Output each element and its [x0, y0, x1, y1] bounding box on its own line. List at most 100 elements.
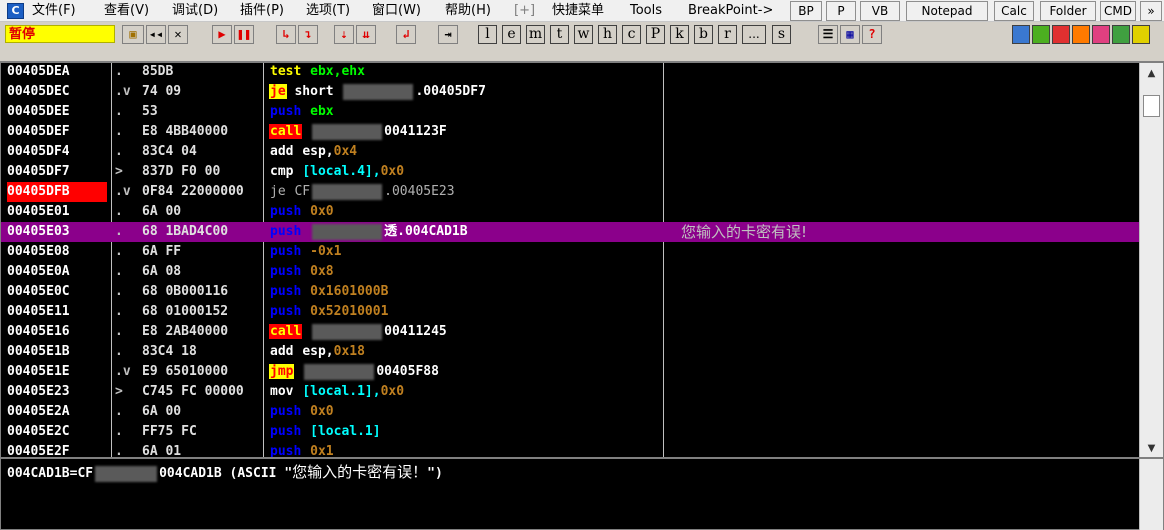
patches-window-button[interactable]: P [646, 25, 665, 44]
memory-window-button[interactable]: m [526, 25, 545, 44]
disasm-row[interactable]: 00405E2F. 6A 01 push 0x1 [1, 442, 1139, 457]
menu-debug[interactable]: 调试(D) [172, 2, 218, 20]
disasm-row[interactable]: 00405DFB .v 0F84 22000000 je CF .00405E23 [1, 182, 1139, 202]
threads-window-button[interactable]: t [550, 25, 569, 44]
modules-window-button[interactable]: e [502, 25, 521, 44]
menu-tools[interactable]: Tools [630, 2, 662, 20]
run-icon[interactable]: ▶ [212, 25, 232, 44]
row-address: 00405E2C [7, 424, 70, 439]
menu-help[interactable]: 帮助(H) [445, 2, 491, 20]
disasm-row[interactable]: 00405E1E .v E9 65010000 jmp 00405F88 [1, 362, 1139, 382]
overflow-button[interactable]: » [1140, 1, 1162, 21]
disasm-row[interactable]: 00405E03. 68 1BAD4C00 push 透.004CAD1B 您输入的卡… [1, 222, 1139, 242]
info-scrollbar[interactable] [1139, 459, 1163, 530]
row-args-target: 透.004CAD1B [384, 224, 468, 239]
plugin-circle-icon[interactable] [1072, 25, 1090, 44]
run-trace-window-button[interactable]: ... [742, 25, 766, 44]
goto-icon[interactable]: ⇥ [438, 25, 458, 44]
disasm-row[interactable]: 00405E01. 6A 00 push 0x0 [1, 202, 1139, 222]
row-instruction: push 透.004CAD1B [269, 222, 659, 242]
row-marker: . [115, 104, 123, 119]
help-icon[interactable]: ? [862, 25, 882, 44]
cpu-window-button[interactable]: c [622, 25, 641, 44]
plugin-a-icon[interactable] [1052, 25, 1070, 44]
menu-shortcut[interactable]: 快捷菜单 [552, 2, 604, 20]
disasm-row[interactable]: 00405E08. 6A FF push -0x1 [1, 242, 1139, 262]
open-icon[interactable]: ▣ [122, 25, 144, 44]
row-instruction: add esp,0x4 [269, 142, 659, 162]
disasm-row[interactable]: 00405E0C. 68 0B000116 push 0x1601000B [1, 282, 1139, 302]
calc-button[interactable]: Calc [994, 1, 1034, 21]
row-instruction: push ebx [269, 102, 659, 122]
breakpoints-window-button[interactable]: b [694, 25, 713, 44]
refresh-icon[interactable] [1012, 25, 1030, 44]
disasm-row[interactable]: 00405E11. 68 01000152 push 0x52010001 [1, 302, 1139, 322]
row-opcode: add [270, 344, 294, 359]
p-button[interactable]: P [826, 1, 856, 21]
disasm-row[interactable]: 00405DEF. E8 4BB40000 call 0041123F [1, 122, 1139, 142]
list-icon[interactable]: ☰ [818, 25, 838, 44]
disasm-row[interactable]: 00405E0A. 6A 08 push 0x8 [1, 262, 1139, 282]
disasm-row[interactable]: 00405DEA. 85DB test ebx,ehx [1, 63, 1139, 82]
scroll-down-icon[interactable]: ▼ [1143, 440, 1160, 457]
grid-icon[interactable]: ▦ [840, 25, 860, 44]
row-opcode: push [270, 264, 302, 279]
row-address: 00405E16 [7, 324, 70, 339]
disasm-row[interactable]: 00405E16. E8 2AB40000 call 00411245 [1, 322, 1139, 342]
row-hex: 53 [142, 104, 158, 119]
row-hex: E8 2AB40000 [142, 324, 229, 339]
windows-window-button[interactable]: w [574, 25, 593, 44]
disasm-row[interactable]: 00405DEC .v 74 09 je short .00405DF7 [1, 82, 1139, 102]
step-into-icon[interactable]: ↳ [276, 25, 296, 44]
step-over-icon[interactable]: ↴ [298, 25, 318, 44]
vertical-scrollbar[interactable]: ▲ ▼ [1139, 63, 1163, 457]
row-args-number: 0x0 [310, 404, 334, 419]
disasm-row[interactable]: 00405E2A. 6A 00 push 0x0 [1, 402, 1139, 422]
close-icon[interactable]: ✕ [168, 25, 188, 44]
scroll-up-icon[interactable]: ▲ [1143, 65, 1160, 82]
disasm-row[interactable]: 00405DF7 >837D F0 00 cmp [local.4],0x0 [1, 162, 1139, 182]
animate-into-icon[interactable]: ⇣ [334, 25, 354, 44]
menu-view[interactable]: 查看(V) [104, 2, 149, 20]
row-marker: . [115, 284, 123, 299]
log-window-button[interactable]: l [478, 25, 497, 44]
cmd-button[interactable]: CMD [1100, 1, 1136, 21]
handles-window-button[interactable]: h [598, 25, 617, 44]
scroll-thumb[interactable] [1143, 95, 1160, 117]
row-instruction: mov [local.1],0x0 [269, 382, 659, 402]
disasm-row[interactable]: 00405DEE. 53 push ebx [1, 102, 1139, 122]
row-hex: 6A 00 [142, 404, 182, 419]
folder-button[interactable]: Folder [1040, 1, 1096, 21]
row-marker: . [115, 124, 123, 139]
row-args-target: 00411245 [384, 324, 447, 339]
menu-plugins[interactable]: 插件(P) [240, 2, 284, 20]
execute-till-return-icon[interactable]: ↲ [396, 25, 416, 44]
menu-options[interactable]: 选项(T) [306, 2, 350, 20]
menu-breakpoint[interactable]: BreakPoint-> [688, 2, 773, 20]
references-window-button[interactable]: r [718, 25, 737, 44]
plugin-chart-icon[interactable] [1112, 25, 1130, 44]
plugin-extra-icon[interactable] [1132, 25, 1150, 44]
row-marker: . [115, 304, 123, 319]
disasm-row[interactable]: 00405E23 > C745 FC 00000 mov [local.1],0x0 [1, 382, 1139, 402]
disassembly-pane[interactable]: 00405DEA. 85DB test ebx,ehx 00405DEC .v 74 09… [0, 62, 1164, 458]
source-window-button[interactable]: s [772, 25, 791, 44]
animate-over-icon[interactable]: ⇊ [356, 25, 376, 44]
notepad-button[interactable]: Notepad [906, 1, 988, 21]
menu-file[interactable]: 文件(F) [32, 2, 76, 20]
disasm-row[interactable]: 00405DF4. 83C4 04 add esp,0x4 [1, 142, 1139, 162]
row-args-target: 0041123F [384, 124, 447, 139]
rewind-icon[interactable]: ◂◂ [146, 25, 166, 44]
row-args-number: 0x52010001 [310, 304, 389, 319]
app-icon[interactable]: C [7, 3, 24, 19]
plugin-u-icon[interactable] [1032, 25, 1050, 44]
vb-button[interactable]: VB [860, 1, 900, 21]
menu-plus[interactable]: [+] [514, 2, 535, 20]
bp-button[interactable]: BP [790, 1, 822, 21]
disasm-row[interactable]: 00405E1B. 83C4 18 add esp,0x18 [1, 342, 1139, 362]
callstack-window-button[interactable]: k [670, 25, 689, 44]
pause-icon[interactable]: ❚❚ [234, 25, 254, 44]
menu-window[interactable]: 窗口(W) [372, 2, 421, 20]
disasm-row[interactable]: 00405E2C. FF75 FC push [local.1] [1, 422, 1139, 442]
plugin-target-icon[interactable] [1092, 25, 1110, 44]
